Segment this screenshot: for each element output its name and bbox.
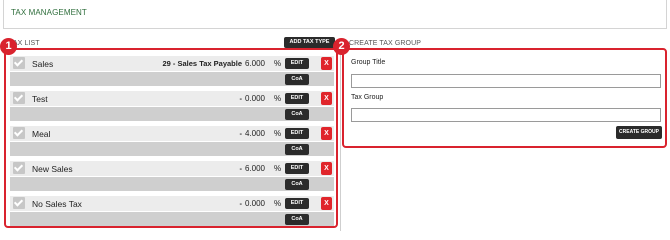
delete-button[interactable]: X	[321, 162, 332, 175]
tax-checkbox[interactable]	[13, 92, 25, 104]
edit-button[interactable]: EDIT	[285, 163, 309, 174]
create-tax-group-label: CREATE TAX GROUP	[349, 40, 421, 47]
tax-group-label: Tax Group	[351, 94, 384, 101]
delete-button[interactable]: X	[321, 127, 332, 140]
tax-checkbox[interactable]	[13, 162, 25, 174]
add-tax-type-button[interactable]: ADD TAX TYPE	[284, 37, 335, 48]
tax-list-panel: Sales 29 - Sales Tax Payable 6.000 % EDI…	[4, 48, 338, 228]
coa-row: CoA	[10, 107, 334, 121]
tax-name: Meal	[32, 129, 51, 139]
percent-sign: %	[274, 94, 282, 103]
tax-item: No Sales Tax - 0.000 % EDIT X CoA	[10, 196, 334, 231]
percent-sign: %	[274, 129, 282, 138]
edit-button[interactable]: EDIT	[285, 128, 309, 139]
annotation-badge-1: 1	[0, 38, 17, 55]
tax-rate: 4.000	[244, 129, 265, 138]
coa-button[interactable]: CoA	[285, 74, 309, 85]
percent-sign: %	[274, 199, 282, 208]
coa-row: CoA	[10, 142, 334, 156]
tax-item: Test - 0.000 % EDIT X CoA	[10, 91, 334, 126]
tax-row: Meal - 4.000 % EDIT X	[10, 126, 334, 141]
annotation-badge-2: 2	[333, 38, 350, 55]
edit-button[interactable]: EDIT	[285, 58, 309, 69]
coa-row: CoA	[10, 177, 334, 191]
tax-group-input[interactable]	[351, 108, 661, 122]
edit-button[interactable]: EDIT	[285, 198, 309, 209]
group-title-input[interactable]	[351, 74, 661, 88]
tax-name: Test	[32, 94, 48, 104]
delete-button[interactable]: X	[321, 92, 332, 105]
tax-checkbox[interactable]	[13, 127, 25, 139]
edit-button[interactable]: EDIT	[285, 93, 309, 104]
tax-name: Sales	[32, 59, 54, 69]
tax-item: New Sales - 6.000 % EDIT X CoA	[10, 161, 334, 196]
coa-button[interactable]: CoA	[285, 179, 309, 190]
coa-row: CoA	[10, 72, 334, 86]
group-title-label: Group Title	[351, 59, 386, 66]
tax-item: Sales 29 - Sales Tax Payable 6.000 % EDI…	[10, 56, 334, 91]
tax-row: Sales 29 - Sales Tax Payable 6.000 % EDI…	[10, 56, 334, 71]
tax-item: Meal - 4.000 % EDIT X CoA	[10, 126, 334, 161]
page-title: TAX MANAGEMENT	[11, 8, 87, 17]
tax-row: No Sales Tax - 0.000 % EDIT X	[10, 196, 334, 211]
column-divider	[340, 48, 341, 231]
delete-button[interactable]: X	[321, 197, 332, 210]
tax-name: No Sales Tax	[32, 199, 82, 209]
create-tax-group-panel: Group Title Tax Group CREATE GROUP	[342, 48, 667, 148]
coa-button[interactable]: CoA	[285, 214, 309, 225]
delete-button[interactable]: X	[321, 57, 332, 70]
tax-name: New Sales	[32, 164, 73, 174]
coa-row: CoA	[10, 212, 334, 226]
percent-sign: %	[274, 59, 282, 68]
tax-rate: 6.000	[244, 164, 265, 173]
tax-rate: 0.000	[244, 199, 265, 208]
tax-row: New Sales - 6.000 % EDIT X	[10, 161, 334, 176]
tax-checkbox[interactable]	[13, 57, 25, 69]
coa-button[interactable]: CoA	[285, 109, 309, 120]
tax-rate: 0.000	[244, 94, 265, 103]
tax-checkbox[interactable]	[13, 197, 25, 209]
percent-sign: %	[274, 164, 282, 173]
create-group-button[interactable]: CREATE GROUP	[616, 126, 662, 139]
page-header: TAX MANAGEMENT	[3, 0, 667, 29]
coa-button[interactable]: CoA	[285, 144, 309, 155]
tax-row: Test - 0.000 % EDIT X	[10, 91, 334, 106]
tax-rate: 6.000	[244, 59, 265, 68]
